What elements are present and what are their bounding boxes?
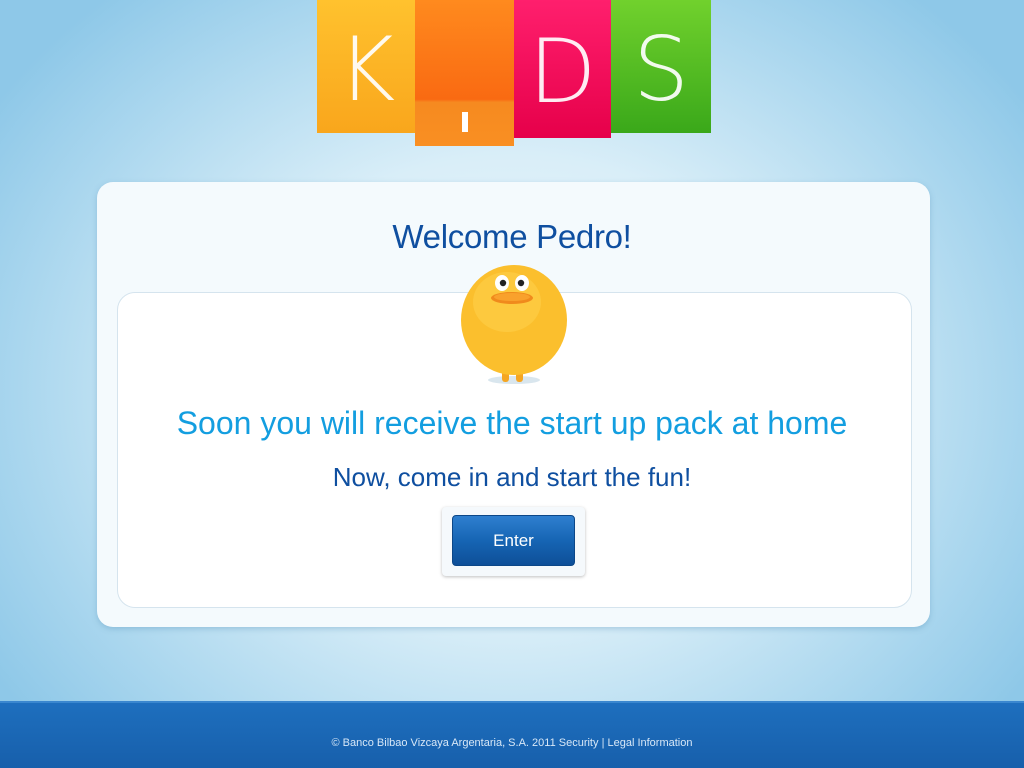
enter-button[interactable]: Enter [452,515,575,566]
kids-logo: K D S [317,0,711,146]
logo-tile-k: K [317,0,416,133]
enter-button-frame: Enter [442,507,585,576]
page-title: Welcome Pedro! [392,218,632,255]
logo-letter-d: D [528,20,597,123]
yellow-blob-mascot-icon [461,265,567,384]
start-fun-subline: Now, come in and start the fun! [332,462,692,492]
logo-tile-s: S [611,0,711,133]
copyright-text: © Banco Bilbao Vizcaya Argentaria, S.A. … [331,737,556,749]
logo-letter-i [462,112,468,132]
logo-tile-d: D [514,0,611,138]
security-link[interactable]: Security [559,737,599,749]
logo-letter-s: S [633,17,689,121]
startup-pack-headline: Soon you will receive the start up pack … [176,405,848,441]
footer-text: © Banco Bilbao Vizcaya Argentaria, S.A. … [0,737,1024,749]
logo-letter-k: K [337,17,396,121]
footer-separator: | [601,737,605,749]
footer: © Banco Bilbao Vizcaya Argentaria, S.A. … [0,701,1024,768]
legal-information-link[interactable]: Legal Information [607,737,692,749]
logo-tile-i [415,0,514,146]
